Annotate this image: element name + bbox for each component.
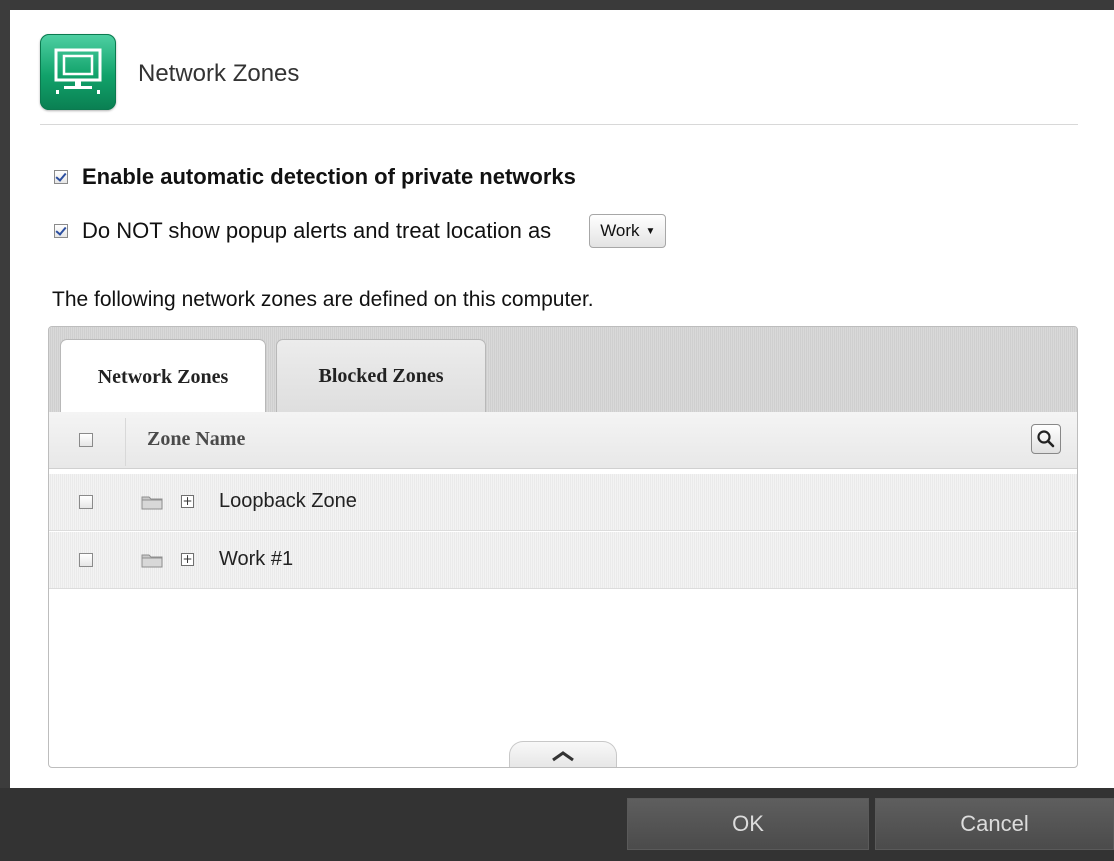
chevron-up-icon (552, 751, 574, 762)
zones-info-text: The following network zones are defined … (52, 288, 594, 311)
dialog-footer: OK Cancel (0, 788, 1114, 861)
row-checkbox[interactable] (79, 553, 93, 567)
background-top (0, 0, 1114, 10)
zones-panel: Network Zones Blocked Zones Zone Name + … (48, 326, 1078, 768)
expand-icon[interactable]: + (181, 495, 194, 508)
zone-name: Loopback Zone (219, 490, 357, 512)
zone-name-column-header[interactable]: Zone Name (147, 428, 245, 451)
auto-detect-checkbox[interactable] (54, 170, 68, 184)
row-checkbox[interactable] (79, 495, 93, 509)
auto-detect-option[interactable]: Enable automatic detection of private ne… (54, 164, 576, 190)
search-button[interactable] (1031, 424, 1061, 454)
select-all-checkbox[interactable] (79, 433, 93, 447)
folder-icon (141, 496, 163, 510)
collapse-panel-button[interactable] (509, 741, 617, 767)
no-popup-label: Do NOT show popup alerts and treat locat… (82, 218, 552, 243)
network-monitor-icon (40, 34, 116, 110)
chevron-down-icon: ▼ (645, 225, 656, 237)
cancel-button[interactable]: Cancel (875, 798, 1114, 850)
dialog-title: Network Zones (138, 60, 300, 87)
header-divider (40, 124, 1078, 125)
no-popup-option[interactable]: Do NOT show popup alerts and treat locat… (54, 214, 667, 248)
location-dropdown[interactable]: Work ▼ (589, 214, 667, 248)
background-left (0, 0, 10, 861)
location-dropdown-value: Work (600, 221, 640, 240)
network-zones-dialog: Network Zones Enable automatic detection… (10, 10, 1114, 788)
tab-blocked-zones[interactable]: Blocked Zones (276, 339, 486, 413)
no-popup-checkbox[interactable] (54, 224, 68, 238)
search-icon (1037, 430, 1055, 448)
table-row[interactable]: + Work #1 (49, 532, 1077, 589)
table-row[interactable]: + Loopback Zone (49, 474, 1077, 531)
auto-detect-label: Enable automatic detection of private ne… (82, 164, 576, 189)
expand-icon[interactable]: + (181, 553, 194, 566)
tab-network-zones[interactable]: Network Zones (60, 339, 266, 414)
zones-tab-bar: Network Zones Blocked Zones (49, 327, 1077, 414)
dialog-header: Network Zones (40, 34, 1080, 124)
column-separator (125, 418, 126, 466)
ok-button[interactable]: OK (627, 798, 869, 850)
table-header: Zone Name (49, 412, 1077, 469)
folder-icon (141, 554, 163, 568)
zone-name: Work #1 (219, 548, 294, 570)
